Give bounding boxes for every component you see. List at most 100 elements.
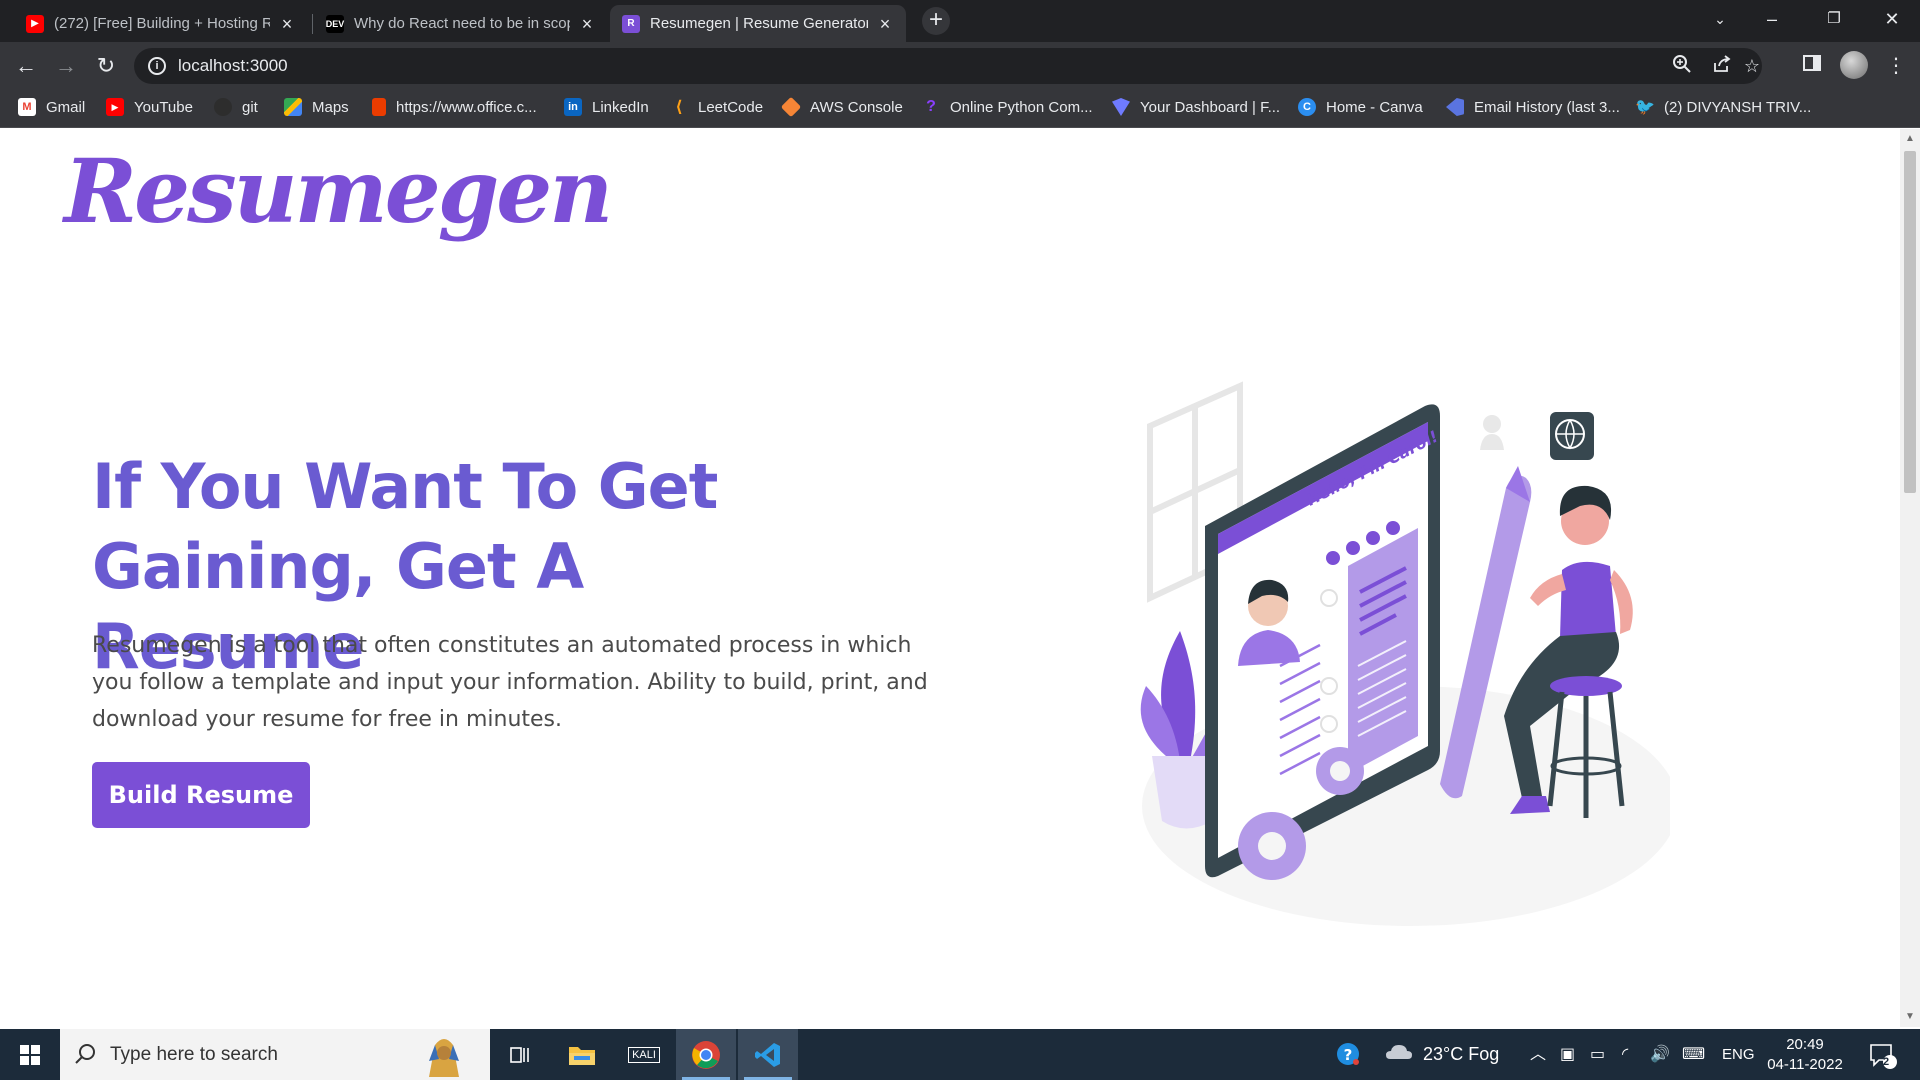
maps-icon bbox=[284, 98, 302, 116]
bookmarks-bar: M Gmail ▶ YouTube git Maps https://www.off… bbox=[0, 90, 1920, 128]
chrome-taskbar-icon[interactable] bbox=[676, 1029, 736, 1080]
scroll-up-arrow-icon[interactable]: ▲ bbox=[1904, 133, 1916, 145]
file-explorer-icon[interactable] bbox=[552, 1029, 612, 1080]
volume-icon[interactable]: 🔊 bbox=[1650, 1029, 1670, 1080]
scroll-down-arrow-icon[interactable]: ▼ bbox=[1904, 1011, 1916, 1023]
address-bar[interactable]: i localhost:3000 ☆ bbox=[134, 48, 1762, 84]
kali-terminal-icon[interactable]: KALI bbox=[614, 1029, 674, 1080]
dev-icon: DEV bbox=[326, 14, 344, 33]
system-clock[interactable]: 20:49 04-11-2022 bbox=[1762, 1035, 1848, 1075]
share-icon[interactable] bbox=[1710, 54, 1734, 78]
notification-count-badge: 2 bbox=[1883, 1056, 1890, 1068]
bookmark-label: Your Dashboard | F... bbox=[1140, 98, 1281, 116]
close-icon[interactable]: × bbox=[876, 15, 894, 33]
scrollbar-thumb[interactable] bbox=[1904, 151, 1916, 493]
gmail-icon: M bbox=[18, 98, 36, 116]
twitter-icon: 🐦 bbox=[1635, 99, 1655, 116]
youtube-icon: ▶ bbox=[106, 98, 124, 116]
bookmark-label: Online Python Com... bbox=[950, 98, 1093, 116]
bookmark-dashboard[interactable]: Your Dashboard | F... bbox=[1112, 90, 1280, 124]
build-resume-button[interactable]: Build Resume bbox=[92, 762, 310, 828]
bookmark-leetcode[interactable]: ⟨ LeetCode bbox=[670, 90, 763, 124]
site-logo[interactable]: Resumegen bbox=[64, 139, 613, 243]
url-text[interactable]: localhost:3000 bbox=[178, 48, 288, 84]
display-icon[interactable]: ▣ bbox=[1560, 1029, 1575, 1080]
back-button[interactable]: ← bbox=[10, 50, 42, 82]
tab-search-icon[interactable]: ⌄ bbox=[1694, 0, 1746, 40]
email-history-icon bbox=[1446, 98, 1464, 116]
bookmark-youtube[interactable]: ▶ YouTube bbox=[106, 90, 193, 124]
notification-center-icon[interactable]: 2 bbox=[1868, 1029, 1898, 1080]
bookmark-star-icon[interactable]: ☆ bbox=[1740, 54, 1764, 78]
taskbar-search-box[interactable]: Type here to search bbox=[60, 1029, 490, 1080]
cloud-icon bbox=[1386, 1045, 1412, 1059]
bookmark-twitter[interactable]: 🐦 (2) DIVYANSH TRIV... bbox=[1635, 90, 1812, 124]
bookmark-canva[interactable]: C Home - Canva bbox=[1298, 90, 1423, 124]
bookmark-python[interactable]: ? Online Python Com... bbox=[922, 90, 1093, 124]
resume-illustration: Hello, I'm Carol! bbox=[1140, 381, 1670, 926]
bookmark-linkedin[interactable]: in LinkedIn bbox=[564, 90, 649, 124]
vscode-taskbar-icon[interactable] bbox=[738, 1029, 798, 1080]
python-icon: ? bbox=[926, 98, 936, 115]
browser-toolbar: ← → ↻ i localhost:3000 ☆ ⋮ bbox=[0, 42, 1920, 90]
clock-date: 04-11-2022 bbox=[1767, 1056, 1843, 1073]
tab-resumegen[interactable]: R Resumegen | Resume Generator × bbox=[610, 5, 906, 42]
close-icon[interactable]: × bbox=[278, 15, 296, 33]
close-icon[interactable]: × bbox=[578, 15, 596, 33]
tab-strip: ▶ (272) [Free] Building + Hosting R × DE… bbox=[0, 0, 1920, 42]
github-icon bbox=[214, 98, 232, 116]
menu-icon[interactable]: ⋮ bbox=[1884, 54, 1908, 78]
resumegen-icon: R bbox=[622, 14, 640, 33]
tab-dev[interactable]: DEV Why do React need to be in scop × bbox=[314, 5, 608, 42]
minimize-button[interactable]: – bbox=[1746, 0, 1798, 40]
bookmark-maps[interactable]: Maps bbox=[284, 90, 349, 124]
profile-avatar[interactable] bbox=[1840, 51, 1868, 79]
bookmark-label: Maps bbox=[312, 98, 349, 116]
bookmark-label: Gmail bbox=[46, 98, 86, 116]
battery-icon[interactable]: ▭ bbox=[1590, 1029, 1605, 1080]
language-indicator[interactable]: ENG bbox=[1722, 1029, 1755, 1080]
network-icon[interactable]: ◜ bbox=[1622, 1029, 1628, 1080]
forward-button[interactable]: → bbox=[50, 50, 82, 82]
bookmark-label: https://www.office.c... bbox=[396, 98, 537, 116]
canva-icon: C bbox=[1298, 98, 1316, 116]
bookmark-email-history[interactable]: Email History (last 3... bbox=[1446, 90, 1620, 124]
side-panel-icon[interactable] bbox=[1800, 54, 1824, 78]
reload-button[interactable]: ↻ bbox=[90, 50, 122, 82]
bookmark-gmail[interactable]: M Gmail bbox=[18, 90, 85, 124]
keyboard-icon[interactable]: ⌨ bbox=[1682, 1029, 1705, 1080]
leetcode-icon: ⟨ bbox=[675, 99, 683, 116]
weather-widget[interactable]: 23°C Fog bbox=[1384, 1029, 1499, 1080]
close-window-button[interactable]: ✕ bbox=[1866, 0, 1918, 40]
tab-title: (272) [Free] Building + Hosting R bbox=[54, 15, 270, 32]
vscode-icon bbox=[755, 1042, 780, 1067]
bookmark-label: LinkedIn bbox=[592, 98, 649, 116]
bookmark-label: YouTube bbox=[134, 98, 193, 116]
tab-separator bbox=[312, 14, 313, 34]
clock-time: 20:49 bbox=[1786, 1036, 1824, 1053]
tab-youtube[interactable]: ▶ (272) [Free] Building + Hosting R × bbox=[14, 5, 308, 42]
start-button[interactable] bbox=[0, 1029, 60, 1080]
site-info-icon[interactable]: i bbox=[148, 57, 166, 75]
search-icon bbox=[75, 1044, 95, 1064]
tab-title: Why do React need to be in scop bbox=[354, 15, 570, 32]
windows-taskbar: Type here to search KALI ? 23°C Fog ︿ ▣ … bbox=[0, 1029, 1920, 1080]
svg-text:?: ? bbox=[1344, 1046, 1353, 1064]
office-icon bbox=[372, 98, 386, 116]
search-placeholder: Type here to search bbox=[110, 1044, 278, 1065]
bookmark-office[interactable]: https://www.office.c... bbox=[372, 90, 537, 124]
show-hidden-icons-icon[interactable]: ︿ bbox=[1530, 1029, 1546, 1080]
page-viewport: Resumegen If You Want To Get Gaining, Ge… bbox=[0, 129, 1900, 1027]
task-view-icon[interactable] bbox=[490, 1029, 550, 1080]
bookmark-git[interactable]: git bbox=[214, 90, 258, 124]
bookmark-label: (2) DIVYANSH TRIV... bbox=[1664, 98, 1812, 116]
help-icon[interactable]: ? bbox=[1334, 1029, 1362, 1080]
new-tab-button[interactable]: + bbox=[922, 7, 950, 35]
tab-title: Resumegen | Resume Generator bbox=[650, 15, 868, 32]
youtube-icon: ▶ bbox=[26, 14, 44, 33]
page-scrollbar[interactable]: ▲ ▼ bbox=[1900, 129, 1920, 1027]
zoom-icon[interactable] bbox=[1670, 54, 1694, 78]
bookmark-aws[interactable]: AWS Console bbox=[780, 90, 903, 124]
restore-button[interactable]: ❐ bbox=[1808, 0, 1860, 40]
hero-description: Resumegen is a tool that often constitut… bbox=[92, 633, 928, 732]
